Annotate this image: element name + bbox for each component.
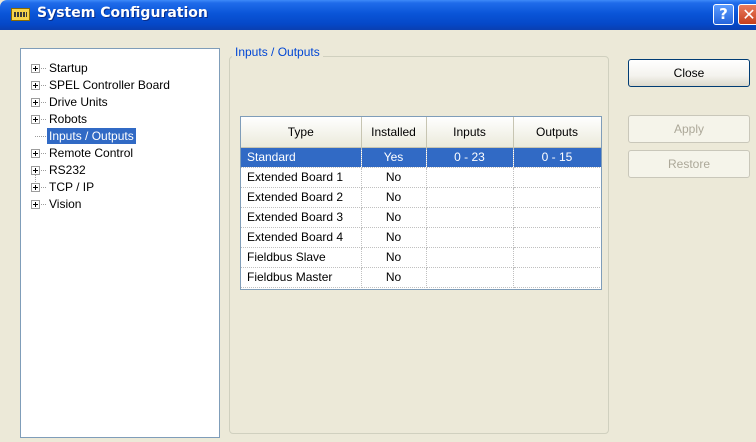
inputs-cell	[426, 207, 514, 228]
expand-plus-icon[interactable]	[31, 64, 40, 73]
outputs-cell: 0 - 15	[513, 147, 601, 168]
inputs-cell	[426, 227, 514, 248]
tree-branch-line	[41, 102, 46, 103]
tree-branch-line	[41, 119, 46, 120]
inputs-cell	[426, 187, 514, 208]
table-row[interactable]: Extended Board 1 No	[241, 167, 601, 188]
table-row[interactable]: Extended Board 2 No	[241, 187, 601, 208]
expand-plus-icon[interactable]	[31, 166, 40, 175]
tree-item-label: RS232	[49, 163, 86, 177]
config-tree[interactable]: Startup SPEL Controller Board Drive Unit…	[20, 48, 220, 438]
type-cell: Extended Board 2	[241, 187, 362, 208]
outputs-cell	[513, 267, 601, 288]
io-boards-table[interactable]: Type Installed Inputs Outputs Standard Y…	[240, 116, 602, 290]
title-bar[interactable]: System Configuration ? ✕	[0, 0, 756, 30]
installed-cell[interactable]: No	[361, 267, 427, 288]
table-row[interactable]: Standard Yes 0 - 23 0 - 15	[241, 147, 601, 168]
tree-item-label: Startup	[49, 61, 88, 75]
outputs-cell	[513, 187, 601, 208]
table-row[interactable]: Fieldbus Slave No	[241, 247, 601, 268]
table-row[interactable]: Extended Board 4 No	[241, 227, 601, 248]
outputs-cell	[513, 227, 601, 248]
system-configuration-window: System Configuration ? ✕ Startup SPEL Co…	[0, 0, 756, 442]
window-title: System Configuration	[37, 5, 208, 21]
inputs-cell	[426, 167, 514, 188]
expand-plus-icon[interactable]	[31, 98, 40, 107]
close-window-button[interactable]: ✕	[738, 4, 756, 25]
tree-item-label: Inputs / Outputs	[47, 128, 136, 144]
tree-branch-line	[35, 136, 46, 137]
tree-item-label: Robots	[49, 112, 88, 126]
tree-branch-line	[41, 170, 46, 171]
tree-branch-line	[41, 204, 46, 205]
table-header-row: Type Installed Inputs Outputs	[241, 117, 601, 148]
type-cell: Extended Board 3	[241, 207, 362, 228]
inputs-cell: 0 - 23	[426, 147, 514, 168]
column-header-inputs[interactable]: Inputs	[426, 117, 514, 148]
installed-cell[interactable]: No	[361, 167, 427, 188]
tree-branch-line	[41, 187, 46, 188]
table-row[interactable]: Fieldbus Master No	[241, 267, 601, 288]
tree-item-label: SPEL Controller Board	[49, 78, 170, 92]
column-header-type[interactable]: Type	[241, 117, 362, 148]
outputs-cell	[513, 247, 601, 268]
expand-plus-icon[interactable]	[31, 81, 40, 90]
expand-plus-icon[interactable]	[31, 183, 40, 192]
outputs-cell	[513, 167, 601, 188]
expand-plus-icon[interactable]	[31, 115, 40, 124]
expand-plus-icon[interactable]	[31, 149, 40, 158]
table-row[interactable]: Extended Board 3 No	[241, 207, 601, 228]
type-cell: Fieldbus Master	[241, 267, 362, 288]
type-cell: Extended Board 1	[241, 167, 362, 188]
type-cell: Fieldbus Slave	[241, 247, 362, 268]
tree-item-label: TCP / IP	[49, 180, 95, 194]
close-button[interactable]: Close	[628, 59, 750, 87]
installed-cell[interactable]: No	[361, 227, 427, 248]
group-title: Inputs / Outputs	[232, 45, 323, 59]
installed-cell[interactable]: No	[361, 247, 427, 268]
tree-item-label: Drive Units	[49, 95, 108, 109]
apply-button[interactable]: Apply	[628, 115, 750, 143]
installed-cell[interactable]: No	[361, 187, 427, 208]
tree-branch-line	[41, 153, 46, 154]
tree-branch-line	[41, 68, 46, 69]
tree-item-label: Vision	[49, 197, 82, 211]
type-cell: Extended Board 4	[241, 227, 362, 248]
outputs-cell	[513, 207, 601, 228]
help-button[interactable]: ?	[713, 4, 734, 25]
inputs-cell	[426, 247, 514, 268]
app-icon	[11, 8, 30, 21]
expand-plus-icon[interactable]	[31, 200, 40, 209]
installed-cell[interactable]: No	[361, 207, 427, 228]
installed-cell[interactable]: Yes	[361, 147, 427, 168]
restore-button[interactable]: Restore	[628, 150, 750, 178]
column-header-installed[interactable]: Installed	[361, 117, 427, 148]
tree-item-label: Remote Control	[49, 146, 134, 160]
type-cell: Standard	[241, 147, 362, 168]
column-header-outputs[interactable]: Outputs	[513, 117, 601, 148]
inputs-cell	[426, 267, 514, 288]
tree-branch-line	[41, 85, 46, 86]
